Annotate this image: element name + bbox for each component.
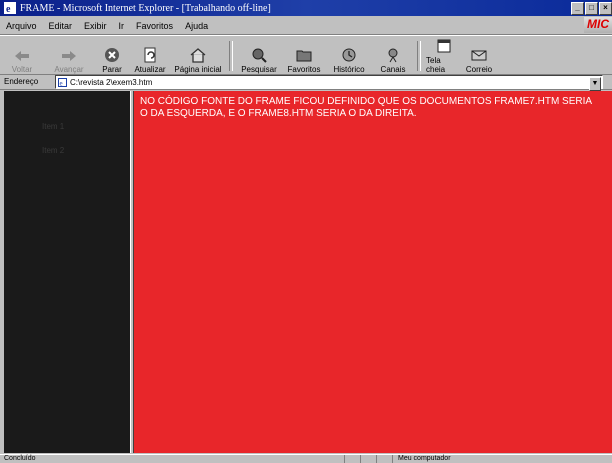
forward-arrow-icon: [62, 51, 76, 61]
address-dropdown-button[interactable]: ▼: [589, 77, 601, 91]
back-button[interactable]: Voltar: [0, 38, 44, 74]
menu-ajuda[interactable]: Ajuda: [185, 21, 208, 31]
minimize-button[interactable]: _: [571, 2, 584, 15]
menu-exibir[interactable]: Exibir: [84, 21, 107, 31]
channels-satellite-icon: [388, 48, 398, 63]
toolbar: Voltar Avançar Parar Atualizar Página in…: [0, 35, 612, 75]
toolbar-separator: [229, 41, 233, 71]
history-label: Histórico: [333, 65, 365, 74]
fullscreen-label: Tela cheia: [426, 56, 446, 74]
refresh-button[interactable]: Atualizar: [130, 38, 170, 74]
history-button[interactable]: Histórico: [326, 38, 372, 74]
window-controls: _ □ ×: [571, 2, 612, 15]
home-icon: [190, 48, 206, 63]
menu-editar[interactable]: Editar: [49, 21, 73, 31]
stop-label: Parar: [102, 65, 122, 74]
right-frame: NO CÓDIGO FONTE DO FRAME FICOU DEFINIDO …: [134, 91, 612, 453]
address-input[interactable]: e C:\revista 2\exem3.htm ▼: [55, 75, 603, 91]
address-value: C:\revista 2\exem3.htm: [70, 77, 153, 87]
menu-bar: Arquivo Editar Exibir Ir Favoritos Ajuda…: [0, 17, 612, 35]
address-label: Endereço: [4, 77, 39, 86]
mail-button[interactable]: Correio: [464, 38, 494, 74]
channels-button[interactable]: Canais: [372, 38, 414, 74]
fullscreen-icon: [437, 39, 451, 53]
brand-logo: MIC: [584, 17, 612, 33]
left-frame-link[interactable]: Item 1: [42, 122, 64, 131]
home-button[interactable]: Página inicial: [170, 38, 226, 74]
toolbar-separator: [417, 41, 421, 71]
back-arrow-icon: [15, 51, 29, 61]
history-icon: [342, 48, 356, 62]
svg-text:e: e: [6, 4, 11, 14]
maximize-button[interactable]: □: [585, 2, 598, 15]
refresh-icon: [144, 47, 156, 63]
stop-icon: [105, 48, 119, 62]
favorites-label: Favoritos: [287, 65, 321, 74]
search-label: Pesquisar: [241, 65, 277, 74]
mail-label: Correio: [465, 65, 493, 74]
page-icon: e: [58, 77, 67, 87]
address-bar: Endereço e C:\revista 2\exem3.htm ▼: [0, 74, 612, 91]
left-frame: Item 1 Item 2: [4, 91, 130, 453]
refresh-label: Atualizar: [134, 65, 166, 74]
mail-icon: [471, 50, 487, 61]
fullscreen-button[interactable]: Tela cheia: [424, 38, 464, 74]
favorites-button[interactable]: Favoritos: [282, 38, 326, 74]
home-label: Página inicial: [174, 65, 222, 74]
search-globe-icon: [252, 48, 267, 63]
stop-button[interactable]: Parar: [94, 38, 130, 74]
forward-button[interactable]: Avançar: [44, 38, 94, 74]
menu-ir[interactable]: Ir: [119, 21, 125, 31]
search-button[interactable]: Pesquisar: [236, 38, 282, 74]
page-content: Item 1 Item 2 NO CÓDIGO FONTE DO FRAME F…: [4, 91, 612, 453]
svg-text:e: e: [60, 79, 63, 87]
close-button[interactable]: ×: [599, 2, 612, 15]
favorites-folder-icon: [296, 50, 312, 62]
menu-arquivo[interactable]: Arquivo: [6, 21, 37, 31]
menu-favoritos[interactable]: Favoritos: [136, 21, 173, 31]
back-label: Voltar: [11, 65, 33, 74]
forward-label: Avançar: [54, 65, 84, 74]
ie-logo-icon: e: [4, 2, 16, 14]
left-frame-link[interactable]: Item 2: [42, 146, 64, 155]
title-bar: e FRAME - Microsoft Internet Explorer - …: [0, 0, 612, 16]
window-title: FRAME - Microsoft Internet Explorer - [T…: [20, 2, 271, 14]
frame-message: NO CÓDIGO FONTE DO FRAME FICOU DEFINIDO …: [140, 96, 592, 119]
channels-label: Canais: [380, 65, 406, 74]
